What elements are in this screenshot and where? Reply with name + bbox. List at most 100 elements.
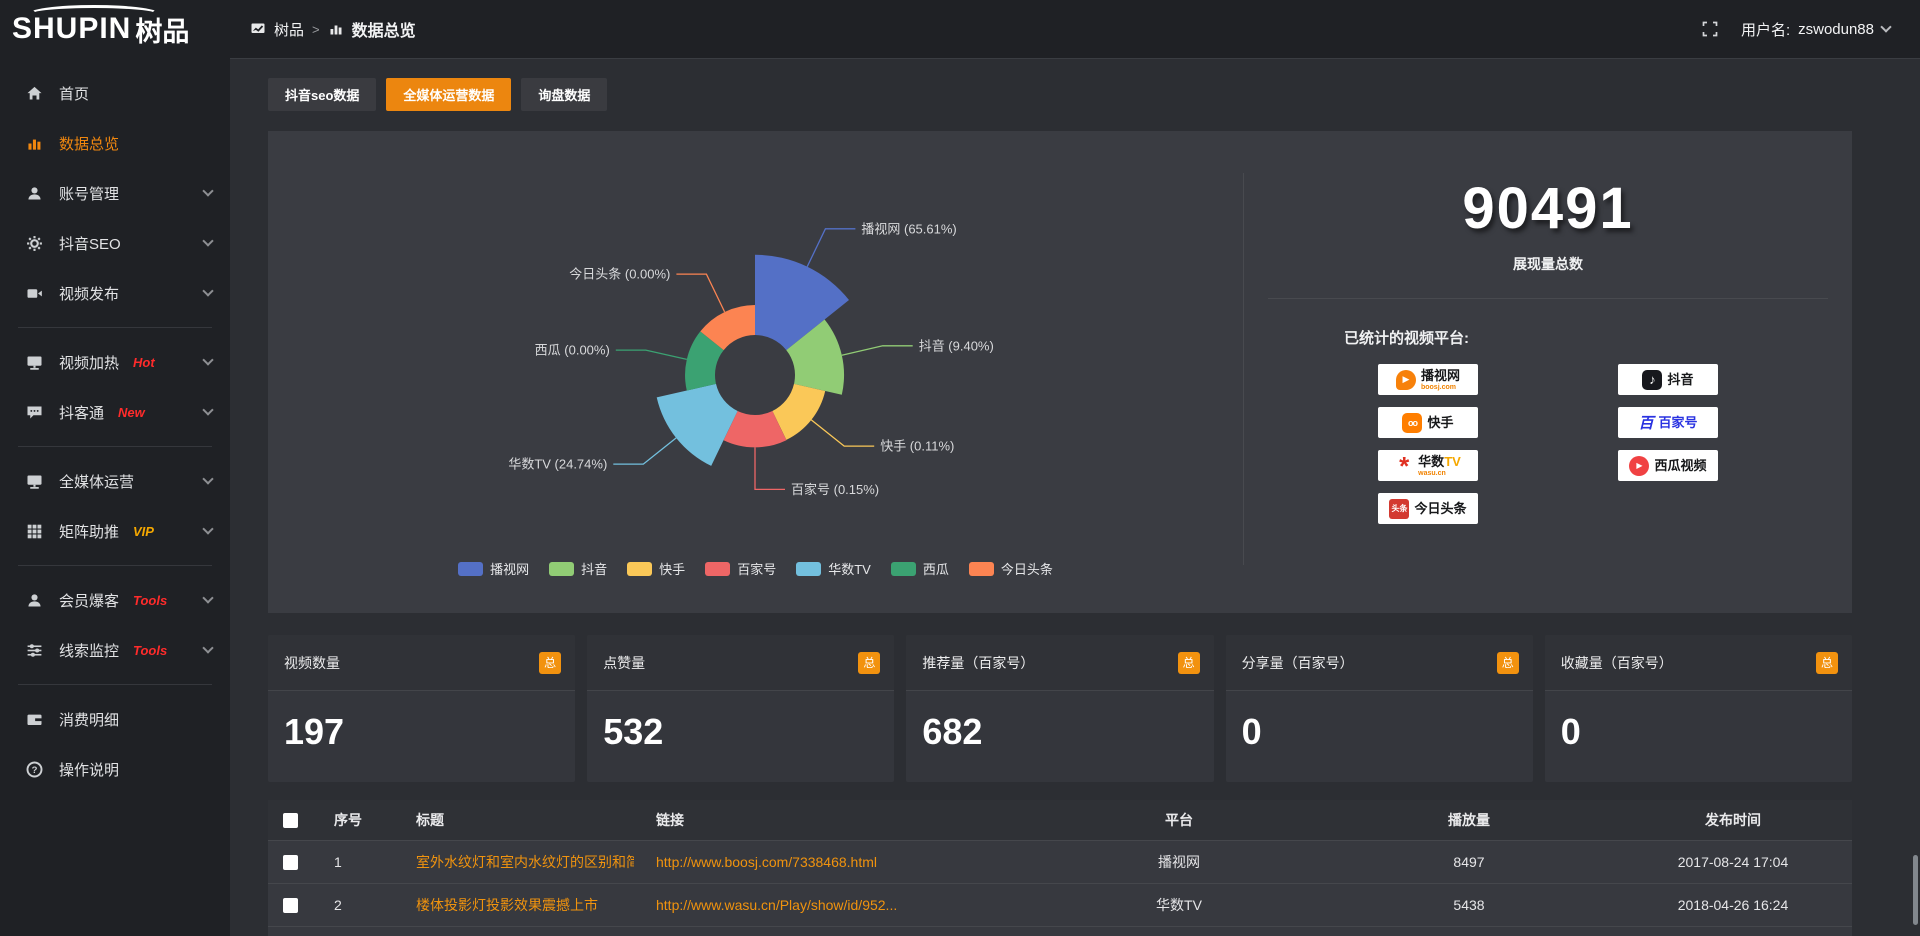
bar-chart-icon: [26, 135, 43, 152]
sidebar-item-clue-monitor[interactable]: 线索监控Tools: [0, 625, 230, 675]
rose-chart: 播视网 (65.61%)抖音 (9.40%)快手 (0.11%)百家号 (0.1…: [268, 131, 1243, 613]
breadcrumb-current: 数据总览: [352, 17, 416, 41]
sidebar-item-data-overview[interactable]: 数据总览: [0, 118, 230, 168]
pie-label-抖音: 抖音 (9.40%): [919, 338, 994, 353]
stat-card-2: 推荐量（百家号）总682: [906, 635, 1213, 782]
boosj-logo-icon: ▶: [1396, 370, 1416, 390]
cell-views: 5438: [1324, 897, 1614, 913]
column-header: 序号: [312, 810, 394, 830]
video-title-link[interactable]: 楼体投影灯投影效果震撼上市: [416, 897, 598, 913]
table-row: 2 楼体投影灯投影效果震撼上市 http://www.wasu.cn/Play/sh…: [268, 883, 1852, 926]
sidebar-item-home[interactable]: 首页: [0, 68, 230, 118]
person-icon: [26, 592, 43, 609]
stat-card-title: 分享量（百家号）: [1242, 653, 1354, 673]
breadcrumb-root[interactable]: 树品: [274, 19, 304, 40]
sidebar-item-all-media[interactable]: 全媒体运营: [0, 456, 230, 506]
stat-card-value: 0: [1226, 691, 1533, 753]
cell-platform: 播视网: [1034, 852, 1324, 872]
legend-item-快手[interactable]: 快手: [627, 559, 685, 578]
xigua-logo-icon: ▶: [1629, 456, 1649, 476]
pie-label-华数TV: 华数TV (24.74%): [508, 457, 607, 472]
column-header: 播放量: [1324, 810, 1614, 830]
legend-label: 抖音: [581, 559, 607, 578]
total-badge[interactable]: 总: [1816, 652, 1838, 674]
sidebar-item-douyin-seo[interactable]: 抖音SEO: [0, 218, 230, 268]
column-header: 标题: [394, 810, 634, 830]
legend-item-百家号[interactable]: 百家号: [705, 559, 776, 578]
grid-icon: [26, 523, 43, 540]
sliders-icon: [26, 642, 43, 659]
sidebar-item-help[interactable]: ?操作说明: [0, 744, 230, 794]
tab-bar: 抖音seo数据全媒体运营数据询盘数据: [268, 78, 1920, 111]
platform-chip-xigua: ▶西瓜视频: [1618, 450, 1718, 481]
douyin-logo-icon: ♪: [1642, 370, 1662, 390]
sidebar-item-tag: Tools: [133, 643, 167, 658]
screen-icon: [26, 354, 43, 371]
sidebar-item-label: 抖音SEO: [59, 233, 121, 254]
total-badge[interactable]: 总: [858, 652, 880, 674]
app-logo[interactable]: SHUPIN 树品: [0, 0, 230, 58]
sidebar-item-account-manage[interactable]: 账号管理: [0, 168, 230, 218]
sidebar-item-consume-detail[interactable]: 消费明细: [0, 694, 230, 744]
breadcrumb: 树品 > 数据总览: [250, 17, 416, 41]
video-icon: [26, 285, 43, 302]
svg-text:?: ?: [32, 764, 38, 775]
baijiahao-logo-icon: 百: [1638, 412, 1653, 433]
platform-chip-baijiahao: 百百家号: [1618, 407, 1718, 438]
sidebar-item-member-burst[interactable]: 会员爆客Tools: [0, 575, 230, 625]
sidebar-item-matrix-boost[interactable]: 矩阵助推VIP: [0, 506, 230, 556]
legend-item-播视网[interactable]: 播视网: [458, 559, 529, 578]
legend-swatch: [969, 562, 994, 576]
cell-num: 2: [312, 897, 394, 913]
sidebar-item-label: 视频加热: [59, 352, 119, 373]
cell-time: 2018-04-26 16:24: [1614, 897, 1852, 913]
legend-item-华数TV[interactable]: 华数TV: [796, 559, 871, 578]
stat-card-3: 分享量（百家号） 总 0: [1226, 635, 1533, 782]
legend-item-西瓜[interactable]: 西瓜: [891, 559, 949, 578]
video-url-link[interactable]: http://www.boosj.com/7338468.html: [656, 854, 877, 870]
pie-label-line: [676, 274, 724, 312]
legend-label: 百家号: [737, 559, 776, 578]
pie-slice-华数TV[interactable]: [657, 384, 738, 466]
table-header-row: 序号标题链接平台播放量发布时间: [268, 800, 1852, 840]
wasu-logo-icon: *: [1395, 456, 1413, 476]
sidebar-item-video-heat[interactable]: 视频加热 Hot: [0, 337, 230, 387]
total-badge[interactable]: 总: [1497, 652, 1519, 674]
legend-item-抖音[interactable]: 抖音: [549, 559, 607, 578]
row-checkbox[interactable]: [283, 855, 298, 870]
total-impressions-label: 展现量总数: [1244, 254, 1852, 274]
pie-label-百家号: 百家号 (0.15%): [791, 482, 879, 497]
fullscreen-icon[interactable]: [1701, 20, 1719, 38]
main-content: 抖音seo数据全媒体运营数据询盘数据 播视网 (65.61%) 抖音 (9.40%…: [230, 58, 1920, 936]
stat-card-value: 197: [268, 691, 575, 753]
total-badge[interactable]: 总: [1178, 652, 1200, 674]
stat-card-header: 推荐量（百家号） 总: [906, 635, 1213, 691]
legend-swatch: [796, 562, 821, 576]
video-url-link[interactable]: http://www.wasu.cn/Play/show/id/952...: [656, 897, 897, 913]
scrollbar-thumb[interactable]: [1913, 855, 1918, 925]
legend-item-今日头条[interactable]: 今日头条: [969, 559, 1053, 578]
legend-label: 快手: [659, 559, 685, 578]
sidebar-item-video-publish[interactable]: 视频发布: [0, 268, 230, 318]
legend-swatch: [891, 562, 916, 576]
cell-platform: 华数TV: [1034, 895, 1324, 915]
tab-2[interactable]: 询盘数据: [521, 78, 607, 111]
chevron-down-icon: [202, 523, 213, 534]
sidebar-item-tag: Hot: [133, 355, 155, 370]
tab-1[interactable]: 全媒体运营数据: [386, 78, 511, 111]
stat-card-4: 收藏量（百家号）总0: [1545, 635, 1852, 782]
pie-label-播视网: 播视网 (65.61%): [861, 221, 956, 236]
legend-swatch: [627, 562, 652, 576]
chevron-down-icon: [202, 354, 213, 365]
total-badge[interactable]: 总: [539, 652, 561, 674]
chevron-down-icon: [202, 235, 213, 246]
stat-card-value: 532: [587, 691, 894, 753]
stat-card-1: 点赞量总532: [587, 635, 894, 782]
tab-0[interactable]: 抖音seo数据: [268, 78, 376, 111]
sidebar-item-douketong[interactable]: 抖客通New: [0, 387, 230, 437]
row-checkbox[interactable]: [283, 898, 298, 913]
stat-card-title: 推荐量（百家号）: [922, 653, 1034, 673]
video-title-link[interactable]: 室外水纹灯和室内水纹灯的区别和简介: [416, 854, 634, 870]
user-menu[interactable]: 用户名: zswodun88: [1741, 19, 1890, 40]
select-all-checkbox[interactable]: [283, 813, 298, 828]
